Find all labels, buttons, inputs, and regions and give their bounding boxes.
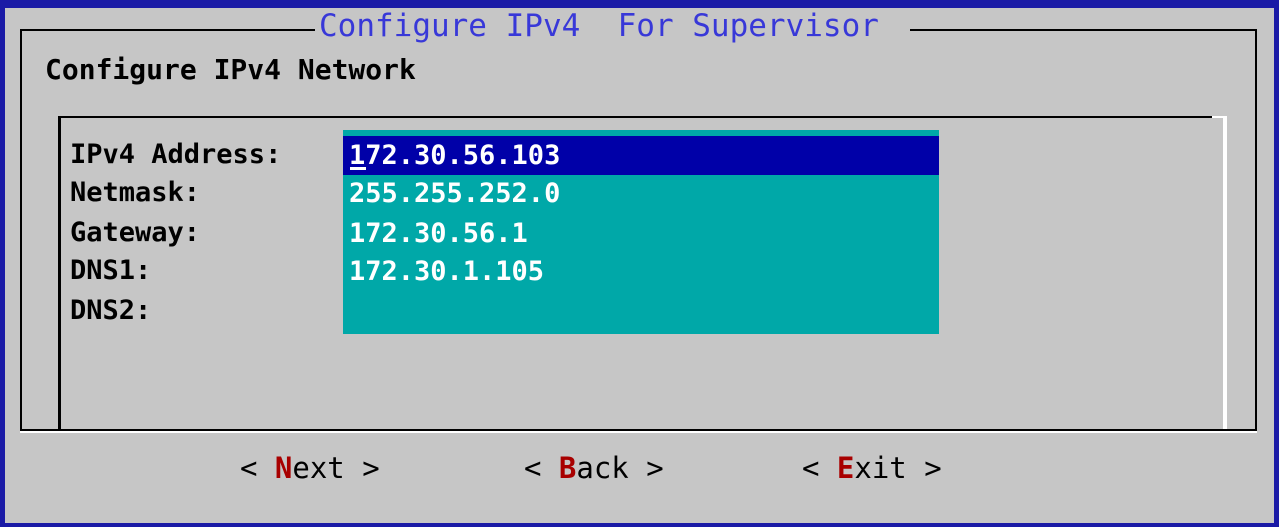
ipv4-address-input[interactable]: 172.30.56.103 [343, 136, 939, 175]
form-box-top-right-highlight [1212, 116, 1225, 118]
label-netmask: Netmask: [70, 177, 201, 208]
exit-button-open: < [802, 451, 837, 485]
exit-button-close: > [906, 451, 942, 485]
label-dns1: DNS1: [70, 255, 152, 286]
exit-button-rest: xit [854, 451, 907, 485]
label-gateway: Gateway: [70, 217, 201, 248]
label-ipv4-address: IPv4 Address: [70, 139, 282, 170]
dialog-subtitle: Configure IPv4 Network [45, 53, 416, 86]
next-button-rest: ext [292, 451, 345, 485]
dns1-input[interactable]: 172.30.1.105 [343, 252, 939, 291]
back-button-close: > [628, 451, 664, 485]
frame-left [20, 29, 22, 429]
next-button-hotkey: N [274, 451, 293, 485]
label-dns2: DNS2: [70, 295, 152, 326]
dns2-input[interactable] [343, 292, 939, 331]
exit-button-hotkey: E [836, 451, 855, 485]
form-box-left [58, 116, 61, 429]
frame-bottom-highlight [20, 431, 1257, 433]
text-cursor [350, 167, 366, 170]
back-button[interactable]: < Back > [524, 448, 664, 488]
netmask-input[interactable]: 255.255.252.0 [343, 174, 939, 213]
back-button-rest: ack [576, 451, 629, 485]
frame-top-left [22, 29, 322, 31]
frame-right [1255, 29, 1257, 429]
exit-button[interactable]: < Exit > [802, 448, 942, 488]
form-box-right [1223, 116, 1227, 429]
next-button[interactable]: < Next > [240, 448, 380, 488]
frame-top-right [910, 29, 1255, 31]
form-box-top [58, 116, 1218, 118]
dialog-title: Configure IPv4 For Supervisor [315, 8, 883, 44]
back-button-hotkey: B [558, 451, 577, 485]
next-button-close: > [344, 451, 380, 485]
next-button-open: < [240, 451, 275, 485]
gateway-input[interactable]: 172.30.56.1 [343, 214, 939, 253]
back-button-open: < [524, 451, 559, 485]
